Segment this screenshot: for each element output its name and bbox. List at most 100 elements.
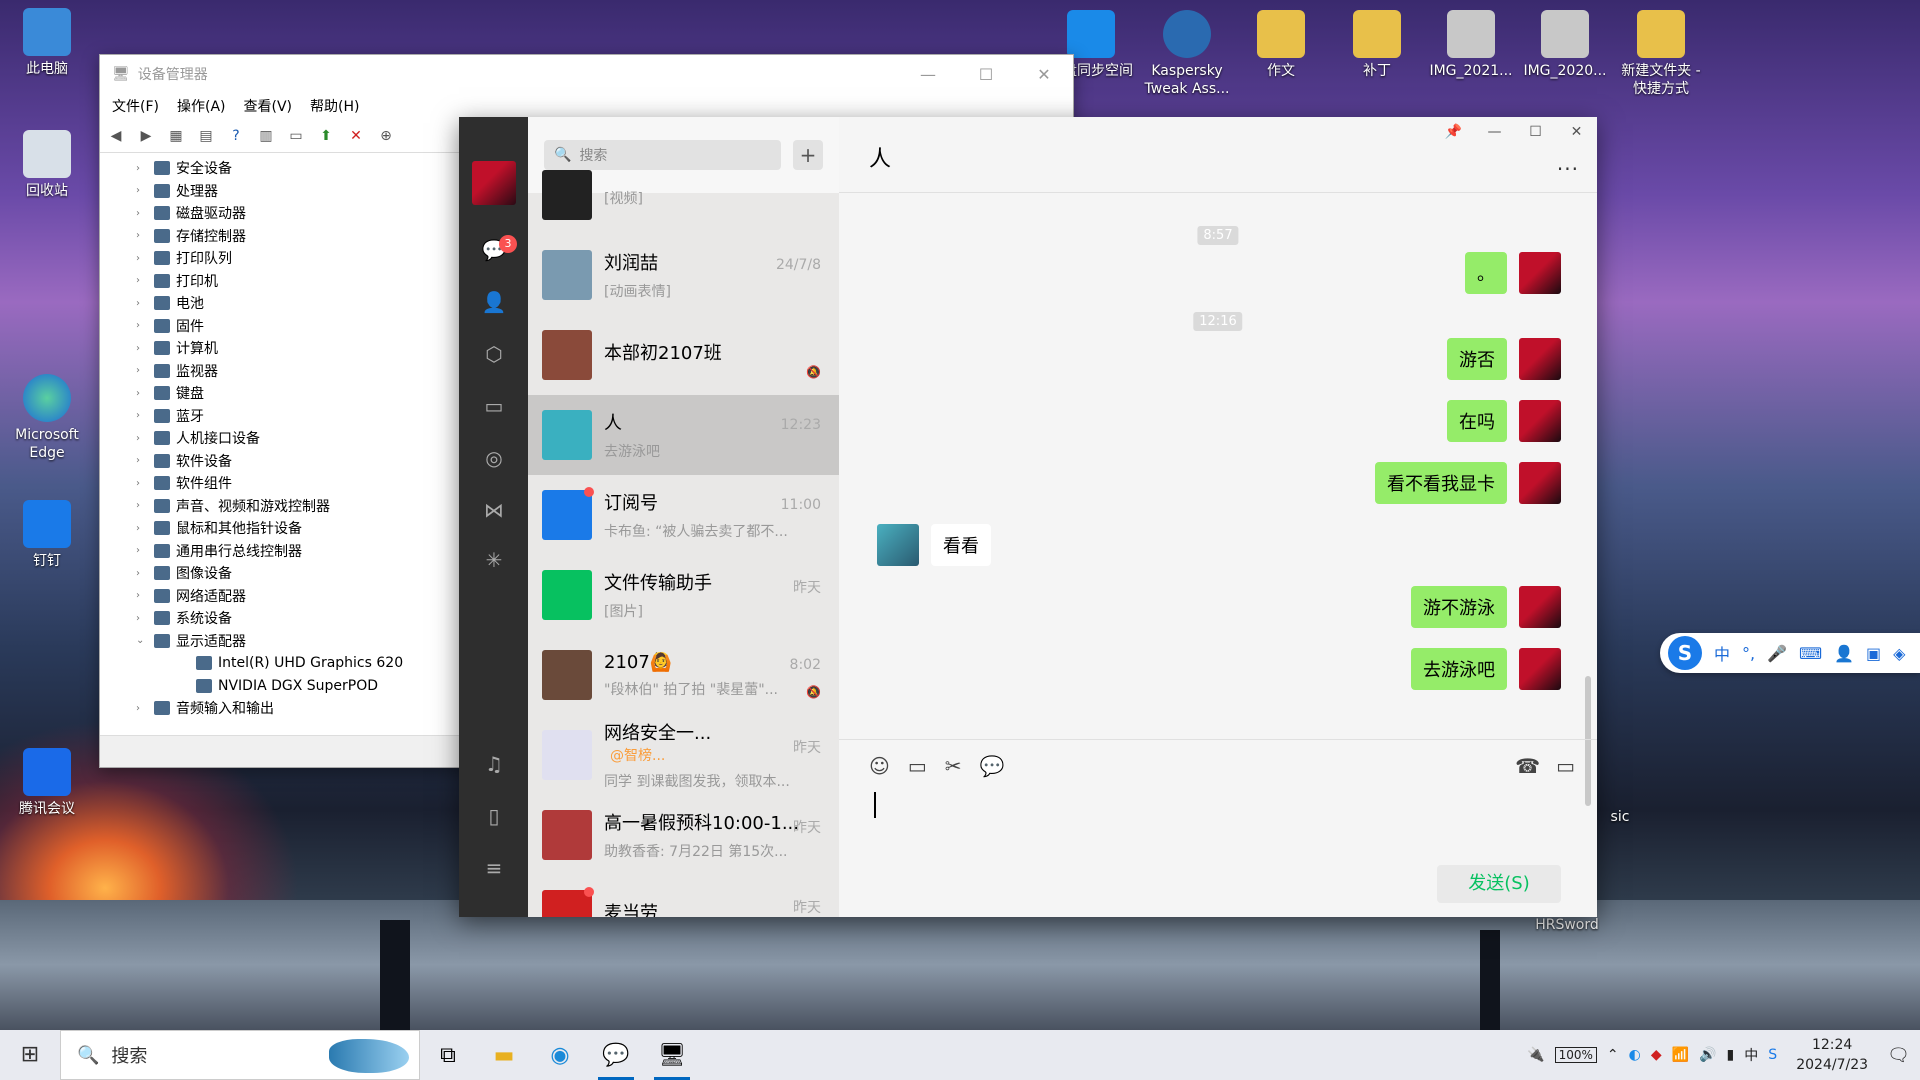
menu-view[interactable]: 查看(V) [244, 96, 293, 116]
mini-programs-icon[interactable]: ✳ [481, 547, 507, 573]
punctuation-icon[interactable]: °, [1742, 644, 1755, 663]
chevron-right-icon[interactable]: › [136, 703, 150, 714]
contacts-icon[interactable]: 👤 [481, 289, 507, 315]
files-icon[interactable]: ▭ [481, 393, 507, 419]
message-bubble[interactable]: 去游泳吧 [1411, 648, 1507, 690]
more-icon[interactable]: ··· [1557, 157, 1579, 181]
tray-app-icon[interactable]: ◆ [1651, 1047, 1662, 1063]
chevron-right-icon[interactable]: › [136, 343, 150, 354]
desktop-icon-img-2020[interactable]: IMG_2020... [1522, 10, 1608, 80]
chevron-right-icon[interactable]: › [136, 253, 150, 264]
chat-history-icon[interactable]: 💬 [980, 754, 1005, 778]
help-icon[interactable]: ? [226, 126, 246, 146]
taskbar-search[interactable]: 🔍 搜索 [60, 1030, 420, 1080]
chat-list-item[interactable]: 2107🙆 "段林伯" 拍了拍 "裴星蕾"... 8:02 🔕 [528, 635, 839, 715]
tray-app-icon[interactable]: ◐ [1629, 1047, 1641, 1063]
chevron-right-icon[interactable]: › [136, 185, 150, 196]
user-icon[interactable]: 👤 [1834, 644, 1854, 663]
edge-icon[interactable]: ◉ [532, 1030, 588, 1080]
desktop-icon-tencent-meeting[interactable]: 腾讯会议 [4, 748, 90, 818]
chevron-right-icon[interactable]: › [136, 320, 150, 331]
back-arrow-icon[interactable]: ◀ [106, 126, 126, 146]
favorites-icon[interactable]: ⬡ [481, 341, 507, 367]
menu-icon[interactable]: ≡ [481, 855, 507, 881]
desktop-icon-folder-zuowen[interactable]: 作文 [1238, 10, 1324, 80]
chevron-right-icon[interactable]: › [136, 208, 150, 219]
my-avatar[interactable] [1519, 400, 1561, 442]
chevron-down-icon[interactable]: ⌄ [136, 635, 150, 646]
chat-list-item[interactable]: 刘润喆 [动画表情] 24/7/8 [528, 235, 839, 315]
music-icon[interactable]: ♫ [481, 751, 507, 777]
wifi-icon[interactable]: 📶 [1672, 1047, 1689, 1063]
chevron-right-icon[interactable]: › [136, 230, 150, 241]
chevron-right-icon[interactable]: › [136, 163, 150, 174]
moments-icon[interactable]: ◎ [481, 445, 507, 471]
my-avatar[interactable] [1519, 338, 1561, 380]
toolbox-icon[interactable]: ▣ [1866, 644, 1881, 663]
menu-help[interactable]: 帮助(H) [310, 96, 359, 116]
desktop-icon-kaspersky[interactable]: Kaspersky Tweak Ass... [1144, 10, 1230, 98]
battery-percent[interactable]: 100% [1554, 1047, 1597, 1063]
chat-list-item[interactable]: 高一暑假预科10:00-1... 助教香香: 7月22日 第15次... 昨天 [528, 795, 839, 875]
pin-icon[interactable]: 📌 [1433, 117, 1474, 147]
chat-list-item[interactable]: 本部初2107班 🔕 [528, 315, 839, 395]
my-avatar[interactable] [1519, 586, 1561, 628]
chevron-right-icon[interactable]: › [136, 590, 150, 601]
channels-icon[interactable]: ⋈ [481, 497, 507, 523]
device-manager-taskbar-icon[interactable]: 🖥 [644, 1030, 700, 1080]
view-icon[interactable]: ▤ [196, 126, 216, 146]
download-icon[interactable]: ⊕ [376, 126, 396, 146]
notification-icon[interactable]: 🗨 [1887, 1045, 1910, 1066]
keyboard-icon[interactable]: ⌨ [1799, 644, 1822, 663]
wechat-taskbar-icon[interactable]: 💬 [588, 1030, 644, 1080]
chevron-right-icon[interactable]: › [136, 545, 150, 556]
maximize-button[interactable]: ☐ [957, 55, 1015, 93]
desktop-icon-new-folder-shortcut[interactable]: 新建文件夹 - 快捷方式 [1616, 10, 1706, 98]
my-avatar[interactable] [1519, 648, 1561, 690]
desktop-icon-edge[interactable]: Microsoft Edge [4, 374, 90, 462]
ime-language[interactable]: 中 [1744, 1045, 1758, 1065]
scissors-icon[interactable]: ✂ [945, 754, 962, 778]
uninstall-icon[interactable]: ✕ [346, 126, 366, 146]
message-bubble[interactable]: 看看 [931, 524, 991, 566]
chat-list-item[interactable]: 文件传输助手 [图片] 昨天 [528, 555, 839, 635]
chat-list-item[interactable]: 网络安全一... @智榜... 同学 到课截图发我，领取本... 昨天 [528, 715, 839, 795]
chevron-right-icon[interactable]: › [136, 523, 150, 534]
desktop-icon-this-pc[interactable]: 此电脑 [4, 8, 90, 78]
close-button[interactable]: ✕ [1556, 117, 1597, 147]
contact-avatar[interactable] [877, 524, 919, 566]
chevron-right-icon[interactable]: › [136, 455, 150, 466]
phone-icon[interactable]: ▯ [481, 803, 507, 829]
desktop-icon-folder-buding[interactable]: 补丁 [1334, 10, 1420, 80]
start-button[interactable]: ⊞ [0, 1030, 60, 1080]
chevron-right-icon[interactable]: › [136, 388, 150, 399]
chat-list-item[interactable]: 麦当劳 昨天 [528, 875, 839, 917]
close-button[interactable]: ✕ [1015, 55, 1073, 93]
monitor-icon[interactable]: ▭ [286, 126, 306, 146]
desktop-icon-dingtalk[interactable]: 钉钉 [4, 500, 90, 570]
chevron-right-icon[interactable]: › [136, 478, 150, 489]
chat-list-item[interactable]: 订阅号 卡布鱼: “被人骗去卖了都不... 11:00 [528, 475, 839, 555]
chevron-right-icon[interactable]: › [136, 298, 150, 309]
menu-file[interactable]: 文件(F) [112, 96, 159, 116]
file-explorer-icon[interactable]: ▬ [476, 1030, 532, 1080]
ime-mode[interactable]: 中 [1714, 641, 1730, 665]
send-button[interactable]: 发送(S) [1437, 865, 1561, 903]
desktop-icon-recycle-bin[interactable]: 回收站 [4, 130, 90, 200]
maximize-button[interactable]: ☐ [1515, 117, 1556, 147]
my-avatar[interactable] [1519, 462, 1561, 504]
minimize-button[interactable]: — [1474, 117, 1515, 147]
chevron-right-icon[interactable]: › [136, 365, 150, 376]
message-bubble[interactable]: 看不看我显卡 [1375, 462, 1507, 504]
skin-icon[interactable]: ◈ [1893, 644, 1905, 663]
emoji-icon[interactable]: ☺ [869, 754, 890, 778]
desktop-icon-img-2021[interactable]: IMG_2021... [1428, 10, 1514, 80]
sogou-logo-icon[interactable]: S [1668, 636, 1702, 670]
chevron-right-icon[interactable]: › [136, 275, 150, 286]
menu-action[interactable]: 操作(A) [177, 96, 226, 116]
chevron-right-icon[interactable]: › [136, 410, 150, 421]
plug-icon[interactable]: 🔌 [1527, 1047, 1544, 1063]
text-input[interactable] [874, 792, 876, 818]
chevron-right-icon[interactable]: › [136, 500, 150, 511]
chat-list-item[interactable]: 人去游泳吧 12:23 [528, 395, 839, 475]
